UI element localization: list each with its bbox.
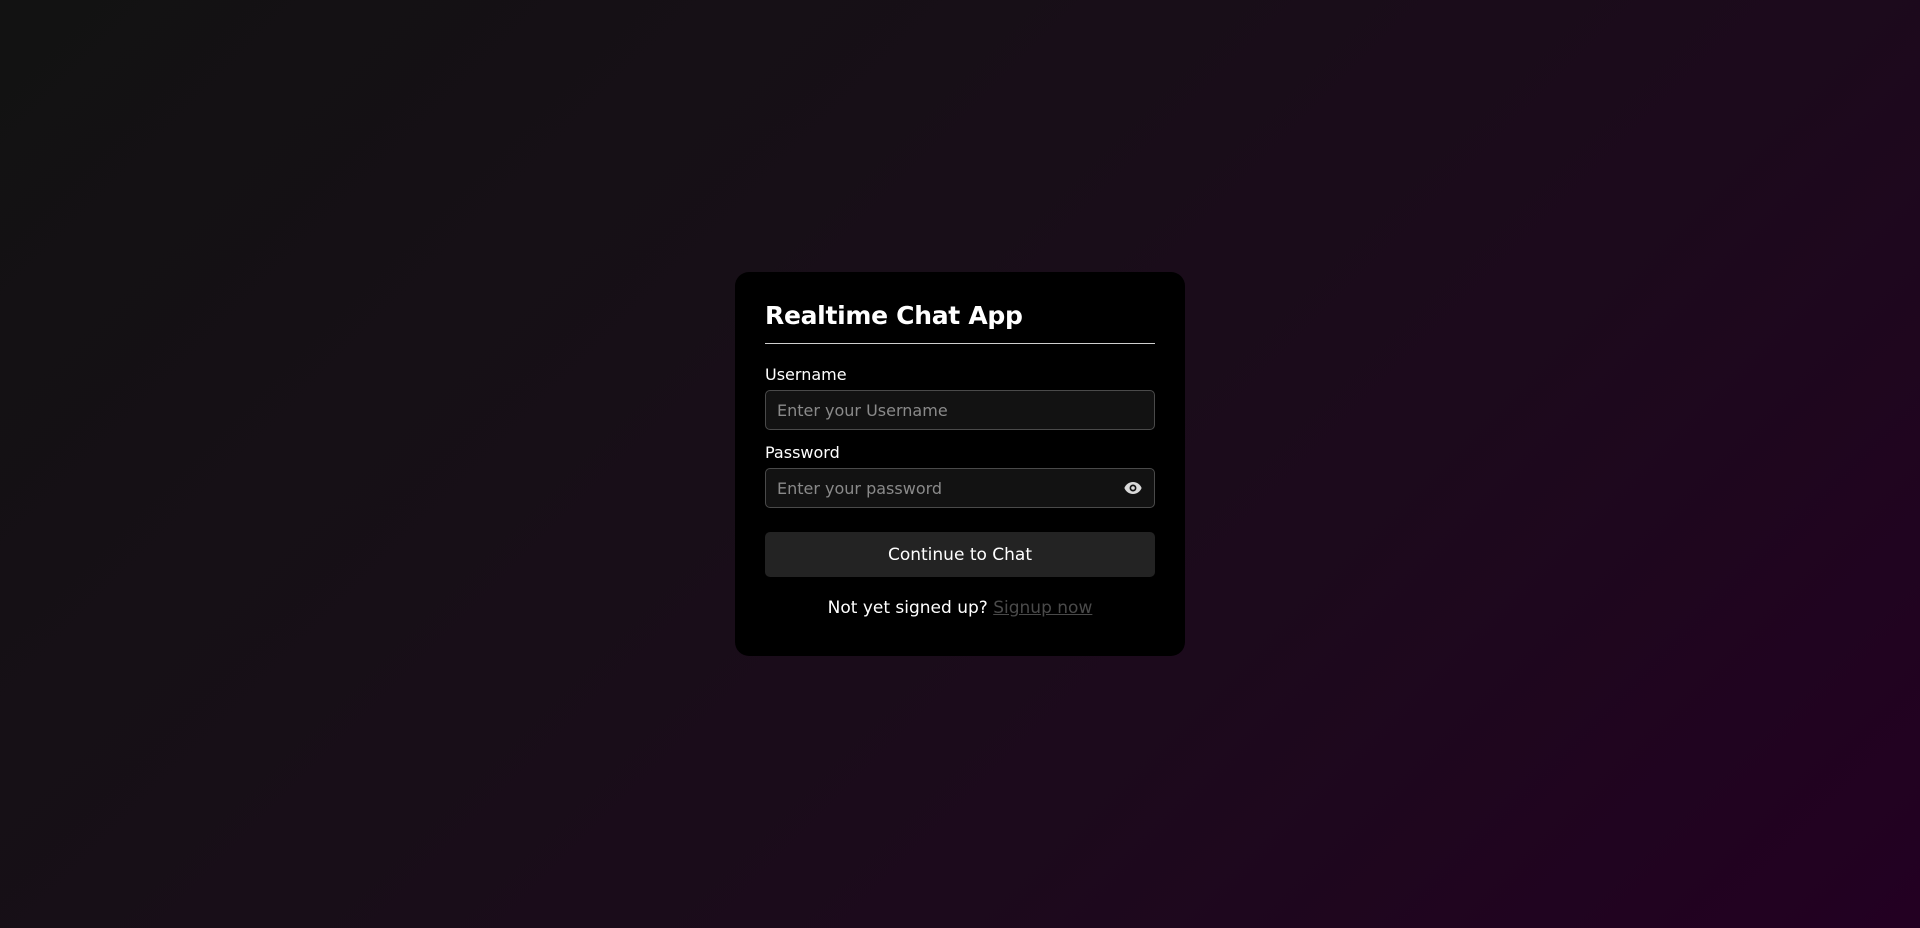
title-divider	[765, 343, 1155, 344]
username-field-wrapper	[765, 390, 1155, 430]
continue-to-chat-button[interactable]: Continue to Chat	[765, 532, 1155, 577]
signup-link[interactable]: Signup now	[993, 598, 1092, 618]
password-label: Password	[765, 443, 840, 462]
password-field-wrapper	[765, 468, 1155, 508]
signup-prompt: Not yet signed up?	[827, 598, 988, 618]
login-card: Realtime Chat App Username Password Cont…	[735, 272, 1185, 656]
password-input[interactable]	[765, 468, 1155, 508]
username-label: Username	[765, 365, 847, 384]
username-input[interactable]	[765, 390, 1155, 430]
app-title: Realtime Chat App	[765, 301, 1023, 330]
signup-row: Not yet signed up? Signup now	[765, 598, 1155, 618]
login-form: Username Password Continue to Chat	[765, 364, 1155, 577]
eye-icon[interactable]	[1123, 478, 1143, 498]
